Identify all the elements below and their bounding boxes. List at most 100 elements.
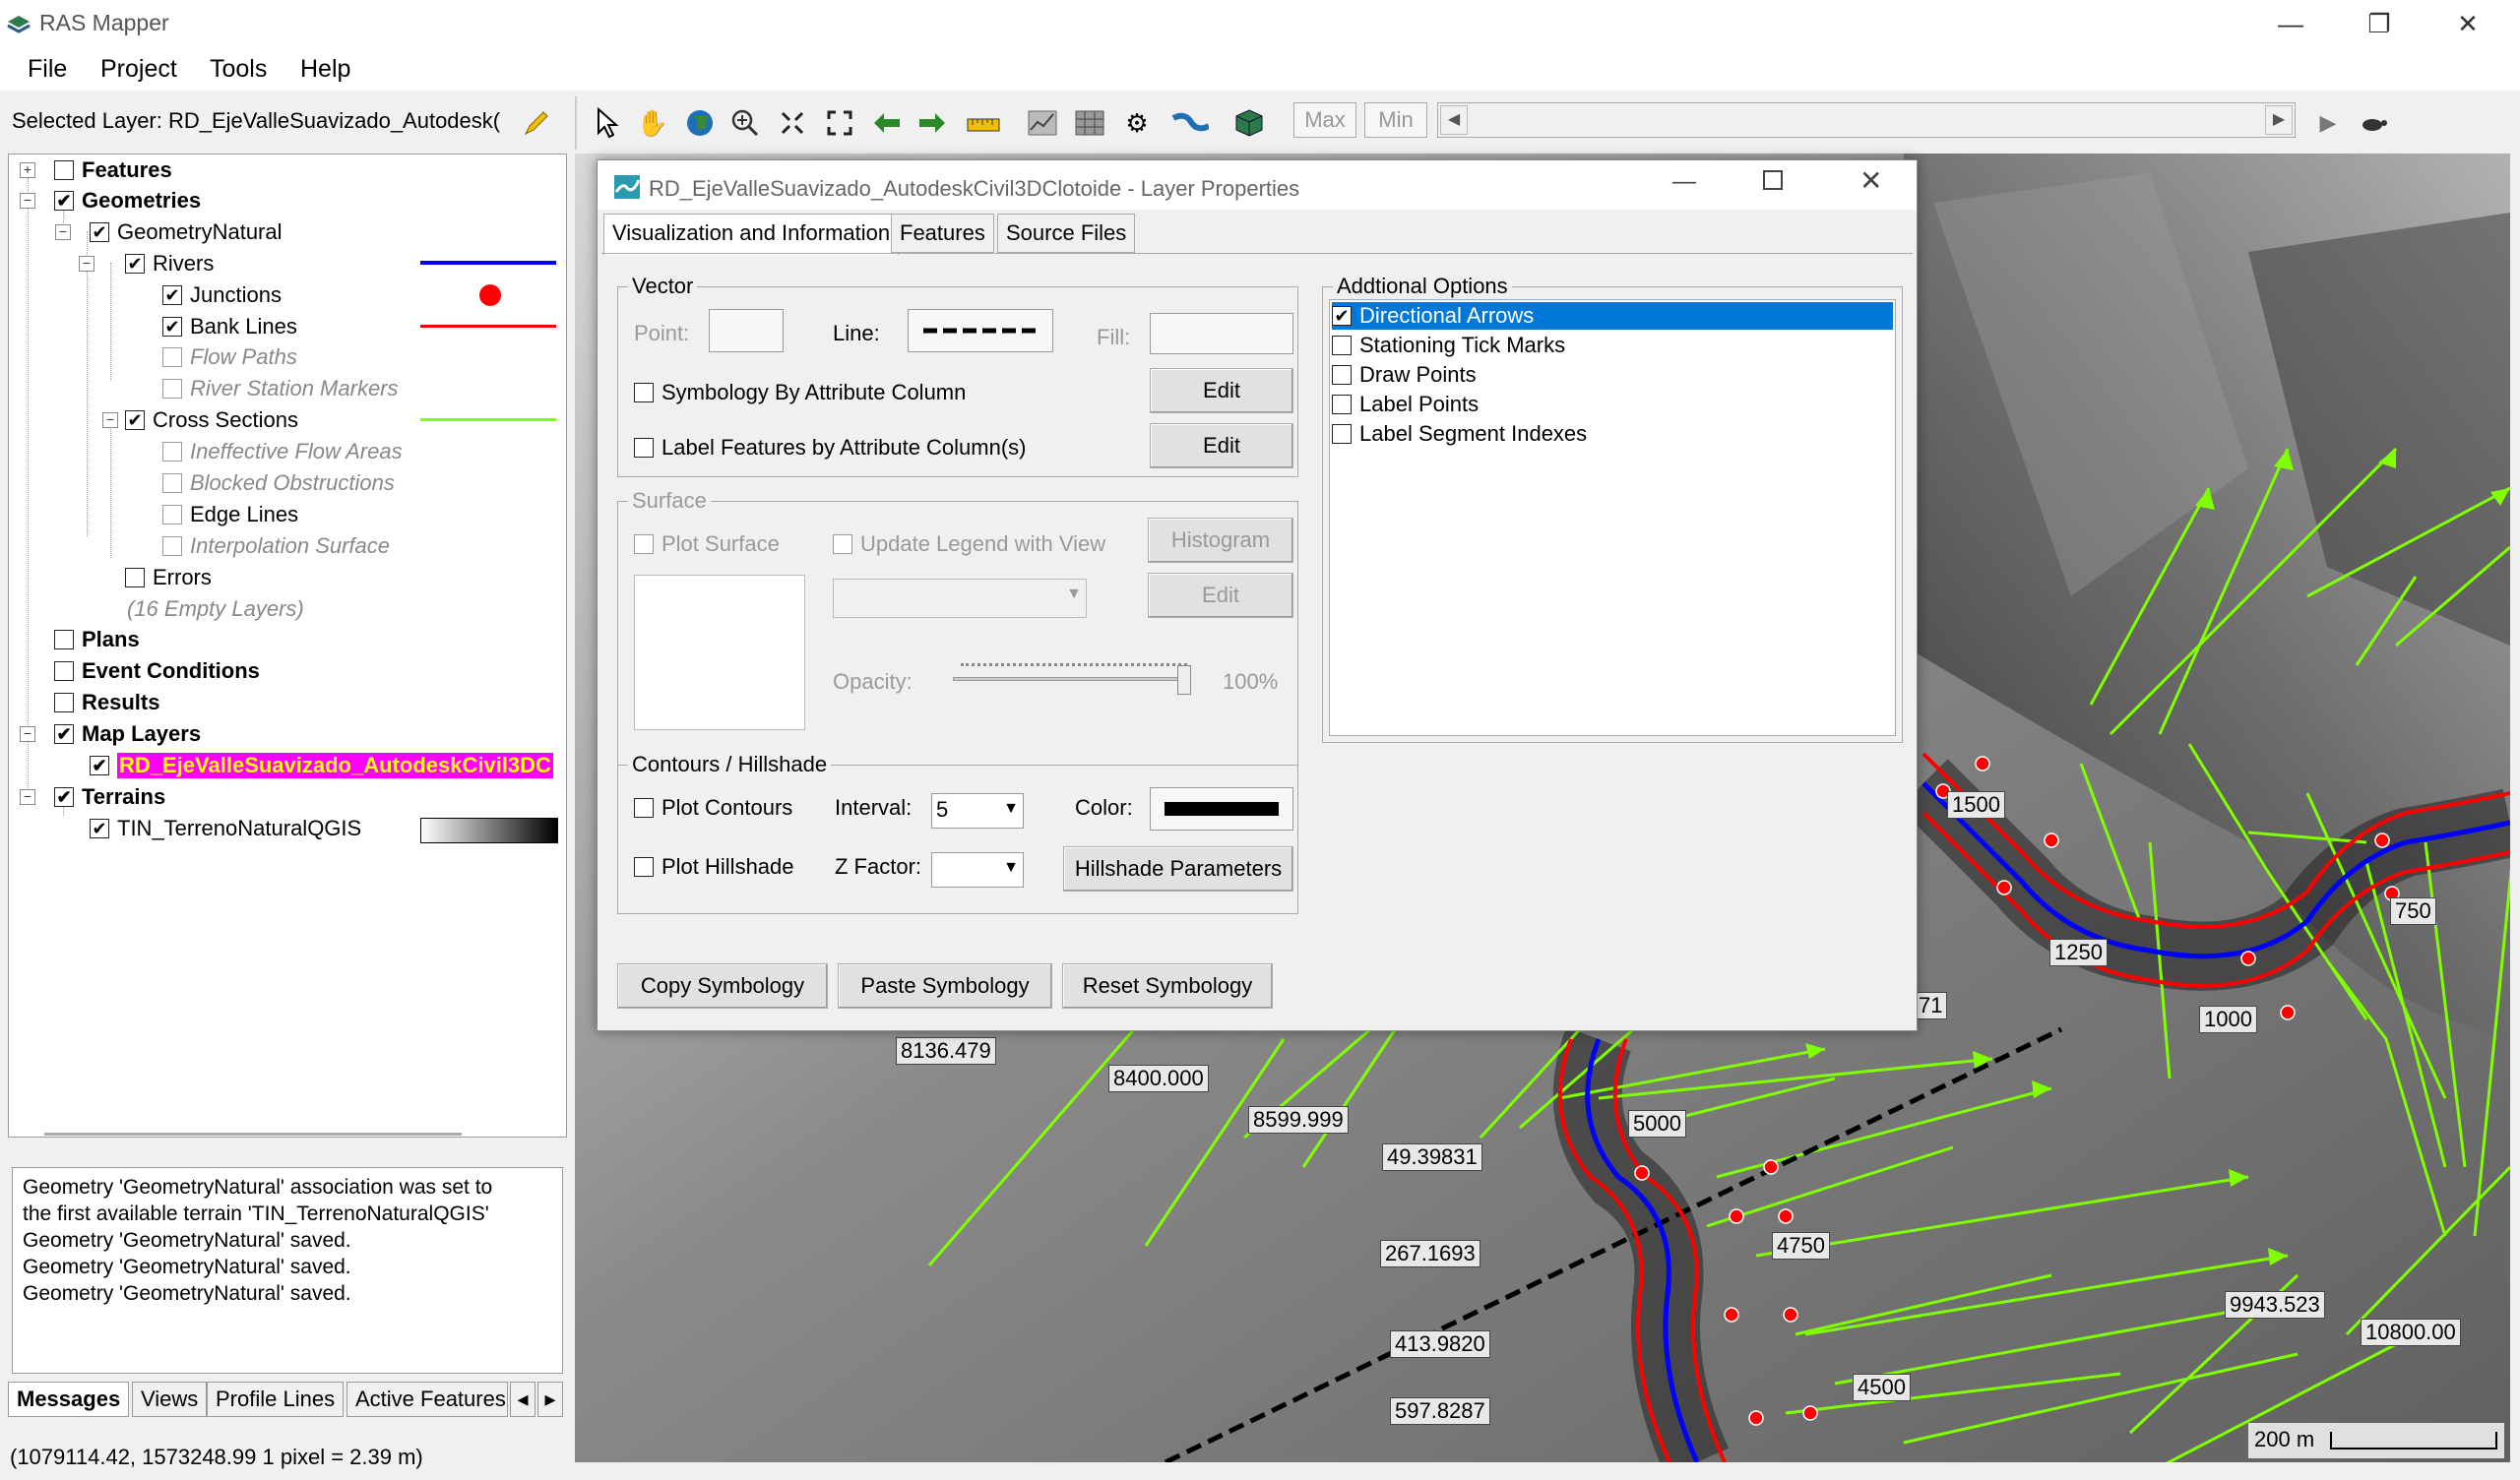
edge-lines-checkbox[interactable]	[162, 505, 182, 524]
label-segment-checkbox[interactable]	[1332, 424, 1352, 444]
fill-symbol-button[interactable]	[1150, 313, 1293, 354]
tabs-left-arrow-icon[interactable]: ◂	[510, 1382, 536, 1417]
tab-messages[interactable]: Messages	[8, 1382, 130, 1417]
tab-profile-lines[interactable]: Profile Lines	[207, 1382, 345, 1417]
collapse-map-layers[interactable]: −	[20, 726, 35, 742]
paste-symbology-button[interactable]: Paste Symbology	[838, 963, 1052, 1009]
draw-points-checkbox[interactable]	[1332, 365, 1352, 385]
tab-views[interactable]: Views	[132, 1382, 208, 1417]
terrain-cube-icon[interactable]	[1230, 104, 1268, 142]
river-station-markers-checkbox[interactable]	[162, 379, 182, 399]
dialog-close-button[interactable]: ✕	[1859, 164, 1882, 197]
tree-map-layers[interactable]: ✔ Map Layers	[54, 719, 201, 749]
time-slider[interactable]: ◀ ▶	[1437, 102, 2296, 138]
opacity-slider-thumb[interactable]	[1177, 665, 1191, 695]
symbology-attr-checkbox[interactable]: Symbology By Attribute Column	[634, 380, 966, 405]
settings-gear-icon[interactable]: ⚙	[1118, 104, 1156, 142]
hillshade-parameters-button[interactable]: Hillshade Parameters	[1063, 846, 1293, 892]
tree-plans[interactable]: Plans	[54, 625, 140, 654]
map-layers-checkbox[interactable]: ✔	[54, 724, 74, 744]
tab-active-features[interactable]: Active Features	[346, 1382, 508, 1417]
tree-rivers[interactable]: ✔ Rivers	[125, 249, 214, 278]
plot-contours-checkbox[interactable]: Plot Contours	[634, 795, 792, 821]
globe-icon[interactable]	[681, 104, 719, 142]
zoom-extent-icon[interactable]	[774, 104, 811, 142]
flow-paths-checkbox[interactable]	[162, 347, 182, 367]
label-features-checkbox[interactable]: Label Features by Attribute Column(s)	[634, 435, 1027, 461]
terrains-checkbox[interactable]: ✔	[54, 787, 74, 807]
z-factor-select[interactable]: ▼	[931, 852, 1024, 888]
stationing-tick-checkbox[interactable]	[1332, 336, 1352, 355]
menu-help[interactable]: Help	[300, 55, 350, 84]
close-button[interactable]: ✕	[2424, 0, 2512, 49]
interpolation-surface-checkbox[interactable]	[162, 536, 182, 556]
tree-rd-layer[interactable]: ✔ RD_EjeValleSuavizado_AutodeskCivil3DC	[90, 751, 560, 780]
tab-visualization[interactable]: Visualization and Information	[603, 214, 900, 255]
geometries-checkbox[interactable]: ✔	[54, 191, 74, 211]
collapse-terrains[interactable]: −	[20, 789, 35, 805]
maximize-button[interactable]: ❐	[2335, 0, 2424, 49]
rd-layer-checkbox[interactable]: ✔	[90, 756, 109, 775]
tree-blocked-obstructions[interactable]: Blocked Obstructions	[162, 468, 395, 498]
tree-errors[interactable]: Errors	[125, 563, 212, 592]
features-checkbox[interactable]	[54, 160, 74, 180]
tin-checkbox[interactable]: ✔	[90, 819, 109, 838]
bank-lines-checkbox[interactable]: ✔	[162, 317, 182, 337]
river-layer-icon[interactable]	[1171, 104, 1209, 142]
menu-tools[interactable]: Tools	[210, 55, 267, 84]
min-button[interactable]: Min	[1364, 102, 1427, 138]
option-label-points[interactable]: Label Points	[1332, 391, 1889, 418]
blocked-obstructions-checkbox[interactable]	[162, 473, 182, 493]
menu-project[interactable]: Project	[100, 55, 177, 84]
results-checkbox[interactable]	[54, 693, 74, 712]
copy-symbology-button[interactable]: Copy Symbology	[617, 963, 828, 1009]
ineffective-flow-checkbox[interactable]	[162, 442, 182, 462]
option-draw-points[interactable]: Draw Points	[1332, 361, 1889, 389]
histogram-button[interactable]: Histogram	[1148, 518, 1293, 563]
tree-geometries[interactable]: ✔ Geometries	[54, 186, 201, 216]
interval-select[interactable]: 5 ▼	[931, 793, 1024, 829]
measure-ruler-icon[interactable]	[965, 104, 1002, 142]
tree-cross-sections[interactable]: ✔ Cross Sections	[125, 405, 298, 435]
rivers-checkbox[interactable]: ✔	[125, 254, 145, 274]
option-stationing-tick-marks[interactable]: Stationing Tick Marks	[1332, 332, 1889, 359]
zoom-in-icon[interactable]	[726, 104, 764, 142]
tree-edge-lines[interactable]: Edge Lines	[162, 500, 298, 529]
menu-file[interactable]: File	[28, 55, 67, 84]
junctions-checkbox[interactable]: ✔	[162, 285, 182, 305]
dialog-maximize-button[interactable]	[1763, 170, 1783, 190]
option-directional-arrows[interactable]: ✔ Directional Arrows	[1332, 302, 1893, 330]
point-symbol-button[interactable]	[709, 309, 784, 352]
tree-river-station-markers[interactable]: River Station Markers	[162, 374, 399, 403]
tree-event-conditions[interactable]: Event Conditions	[54, 656, 260, 686]
tree-geometry-natural[interactable]: ✔ GeometryNatural	[90, 217, 283, 247]
edit-symbology-button[interactable]: Edit	[1150, 368, 1293, 413]
surface-edit-button[interactable]: Edit	[1148, 573, 1293, 618]
grid-icon[interactable]	[1071, 104, 1108, 142]
tree-interpolation-surface[interactable]: Interpolation Surface	[162, 531, 390, 561]
expand-features[interactable]: +	[20, 162, 35, 178]
profile-icon[interactable]	[1024, 104, 1061, 142]
directional-arrows-checkbox[interactable]: ✔	[1332, 306, 1352, 326]
dialog-minimize-button[interactable]: —	[1672, 168, 1696, 196]
contour-color-button[interactable]	[1150, 787, 1293, 831]
tree-results[interactable]: Results	[54, 688, 159, 717]
opacity-slider[interactable]	[953, 653, 1197, 699]
tree-bank-lines[interactable]: ✔ Bank Lines	[162, 312, 297, 341]
plot-hillshade-checkbox[interactable]: Plot Hillshade	[634, 854, 794, 880]
option-label-segment-indexes[interactable]: Label Segment Indexes	[1332, 420, 1889, 448]
event-conditions-checkbox[interactable]	[54, 661, 74, 681]
reset-symbology-button[interactable]: Reset Symbology	[1062, 963, 1273, 1009]
pan-hand-icon[interactable]: ✋	[634, 104, 671, 142]
full-extent-icon[interactable]	[821, 104, 858, 142]
tree-flow-paths[interactable]: Flow Paths	[162, 342, 297, 372]
plot-surface-checkbox[interactable]: Plot Surface	[634, 531, 780, 557]
tree-junctions[interactable]: ✔ Junctions	[162, 280, 282, 310]
collapse-geometries[interactable]: −	[20, 193, 35, 209]
line-symbol-button[interactable]	[908, 309, 1053, 352]
geometry-natural-checkbox[interactable]: ✔	[90, 222, 109, 242]
horizontal-scrollbar[interactable]	[44, 1133, 462, 1136]
errors-checkbox[interactable]	[125, 568, 145, 587]
slider-left-icon[interactable]: ◀	[1440, 105, 1468, 135]
collapse-rivers[interactable]: −	[79, 256, 94, 272]
